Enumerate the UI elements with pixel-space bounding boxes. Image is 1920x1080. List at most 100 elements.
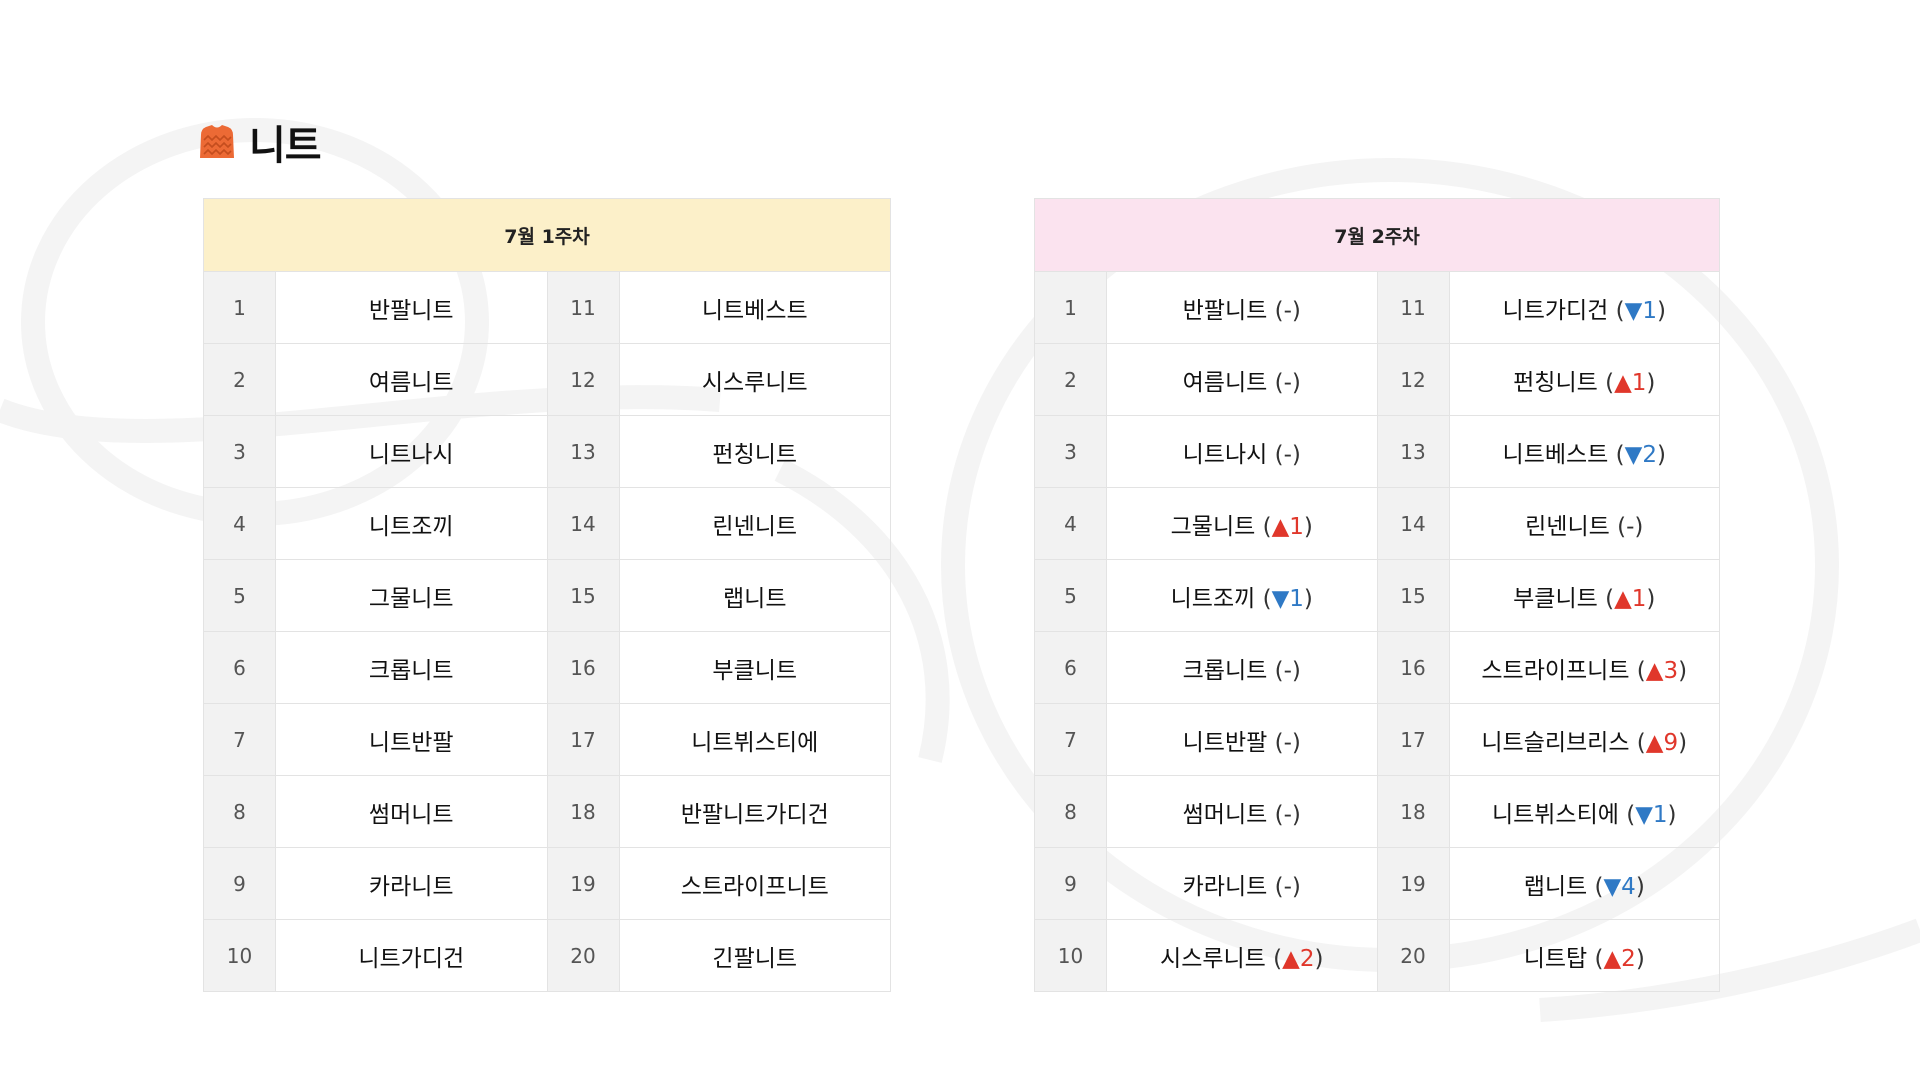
- rank-number: 15: [1376, 559, 1450, 632]
- rank-number: 18: [546, 775, 620, 848]
- keyword-text: 랩니트: [1523, 873, 1588, 900]
- rank-number: 6: [203, 631, 276, 704]
- rank-number: 4: [1034, 487, 1107, 560]
- rank-number: 11: [546, 271, 620, 344]
- keyword-cell: 카라니트 (-): [1106, 847, 1378, 920]
- title-bar: 니트: [197, 118, 322, 169]
- rank-number: 14: [1376, 487, 1450, 560]
- table-row: 8 썸머니트 18 반팔니트가디건: [203, 775, 891, 848]
- rank-number: 17: [546, 703, 620, 776]
- rank-up-change: ▲2: [1603, 945, 1636, 972]
- table-row: 4 니트조끼 14 린넨니트: [203, 487, 891, 560]
- keyword-cell: 니트조끼: [275, 487, 548, 560]
- keyword-cell: 긴팔니트: [618, 919, 891, 992]
- rank-number: 5: [203, 559, 276, 632]
- keyword-cell: 시스루니트 (▲2): [1106, 919, 1378, 992]
- rank-no-change: -: [1283, 657, 1292, 684]
- rank-down-change: ▼1: [1271, 585, 1304, 612]
- rank-number: 3: [203, 415, 276, 488]
- keyword-text: 니트가디건: [1502, 297, 1609, 324]
- keyword-cell: 여름니트 (-): [1106, 343, 1378, 416]
- rank-number: 16: [546, 631, 620, 704]
- rank-no-change: -: [1283, 729, 1292, 756]
- rank-change: (▲2): [1265, 945, 1324, 972]
- rank-up-change: ▲1: [1271, 513, 1304, 540]
- keyword-text: 크롭니트: [1182, 657, 1268, 684]
- keyword-text: 니트나시: [1182, 441, 1268, 468]
- keyword-text: 썸머니트: [1182, 801, 1268, 828]
- table-row: 5 그물니트 15 랩니트: [203, 559, 891, 632]
- rank-number: 2: [203, 343, 276, 416]
- keyword-cell: 스트라이프니트 (▲3): [1448, 631, 1720, 704]
- keyword-text: 부클니트: [1513, 585, 1598, 612]
- rank-number: 13: [1376, 415, 1450, 488]
- rank-number: 18: [1376, 775, 1450, 848]
- keyword-cell: 니트조끼 (▼1): [1106, 559, 1378, 632]
- table-header-week2: 7월 2주차: [1034, 198, 1720, 272]
- table-row: 8 썸머니트 (-) 18 니트뷔스티에 (▼1): [1034, 775, 1720, 848]
- ranking-table-week1: 7월 1주차 1 반팔니트 11 니트베스트 2 여름니트 12 시스루니트 3 니트나시 13 펀칭…: [203, 198, 891, 992]
- rank-change: (▼1): [1255, 585, 1313, 612]
- rank-change: (-): [1267, 729, 1301, 756]
- rank-down-change: ▼1: [1635, 801, 1668, 828]
- keyword-cell: 그물니트: [275, 559, 548, 632]
- rank-change: (-): [1267, 873, 1301, 900]
- table-row: 3 니트나시 13 펀칭니트: [203, 415, 891, 488]
- keyword-cell: 썸머니트: [275, 775, 548, 848]
- rank-number: 14: [546, 487, 620, 560]
- rank-number: 8: [1034, 775, 1107, 848]
- rank-change: (-): [1267, 441, 1301, 468]
- table-row: 4 그물니트 (▲1) 14 린넨니트 (-): [1034, 487, 1720, 560]
- keyword-text: 반팔니트: [1182, 297, 1268, 324]
- keyword-cell: 반팔니트가디건: [618, 775, 891, 848]
- rank-up-change: ▲2: [1282, 945, 1315, 972]
- rank-number: 17: [1376, 703, 1450, 776]
- keyword-cell: 니트나시 (-): [1106, 415, 1378, 488]
- rank-number: 2: [1034, 343, 1107, 416]
- rank-no-change: -: [1626, 513, 1635, 540]
- rank-number: 10: [203, 919, 276, 992]
- keyword-text: 여름니트: [1182, 369, 1268, 396]
- rank-no-change: -: [1283, 297, 1292, 324]
- keyword-cell: 니트가디건 (▼1): [1448, 271, 1720, 344]
- table-row: 3 니트나시 (-) 13 니트베스트 (▼2): [1034, 415, 1720, 488]
- rank-change: (▲9): [1629, 729, 1688, 756]
- keyword-cell: 카라니트: [275, 847, 548, 920]
- keyword-cell: 니트베스트: [618, 271, 891, 344]
- rank-number: 15: [546, 559, 620, 632]
- table-row: 1 반팔니트 11 니트베스트: [203, 271, 891, 344]
- rank-change: (▼2): [1608, 441, 1666, 468]
- rank-number: 20: [1376, 919, 1450, 992]
- rank-number: 1: [203, 271, 276, 344]
- rank-change: (▲1): [1255, 513, 1313, 540]
- keyword-text: 펀칭니트: [1513, 369, 1598, 396]
- rank-change: (-): [1267, 657, 1301, 684]
- keyword-text: 니트슬리브리스: [1481, 729, 1630, 756]
- keyword-cell: 랩니트: [618, 559, 891, 632]
- rank-number: 1: [1034, 271, 1107, 344]
- rank-change: (▲3): [1629, 657, 1688, 684]
- table-row: 5 니트조끼 (▼1) 15 부클니트 (▲1): [1034, 559, 1720, 632]
- table-row: 10 시스루니트 (▲2) 20 니트탑 (▲2): [1034, 919, 1720, 992]
- keyword-cell: 니트반팔: [275, 703, 548, 776]
- table-row: 9 카라니트 (-) 19 랩니트 (▼4): [1034, 847, 1720, 920]
- rank-number: 6: [1034, 631, 1107, 704]
- keyword-cell: 크롭니트: [275, 631, 548, 704]
- keyword-text: 니트뷔스티에: [1491, 801, 1619, 828]
- table-row: 6 크롭니트 (-) 16 스트라이프니트 (▲3): [1034, 631, 1720, 704]
- rank-up-change: ▲1: [1614, 369, 1647, 396]
- rank-no-change: -: [1283, 369, 1292, 396]
- rank-number: 8: [203, 775, 276, 848]
- rank-number: 12: [546, 343, 620, 416]
- rank-change: (-): [1267, 369, 1301, 396]
- rank-change: (-): [1267, 801, 1301, 828]
- keyword-text: 니트탑: [1523, 945, 1588, 972]
- rank-down-change: ▼2: [1624, 441, 1657, 468]
- table-row: 7 니트반팔 17 니트뷔스티에: [203, 703, 891, 776]
- table-row: 7 니트반팔 (-) 17 니트슬리브리스 (▲9): [1034, 703, 1720, 776]
- rank-change: (-): [1267, 297, 1301, 324]
- rank-down-change: ▼4: [1603, 873, 1636, 900]
- keyword-text: 그물니트: [1170, 513, 1256, 540]
- keyword-cell: 린넨니트: [618, 487, 891, 560]
- keyword-text: 니트반팔: [1182, 729, 1268, 756]
